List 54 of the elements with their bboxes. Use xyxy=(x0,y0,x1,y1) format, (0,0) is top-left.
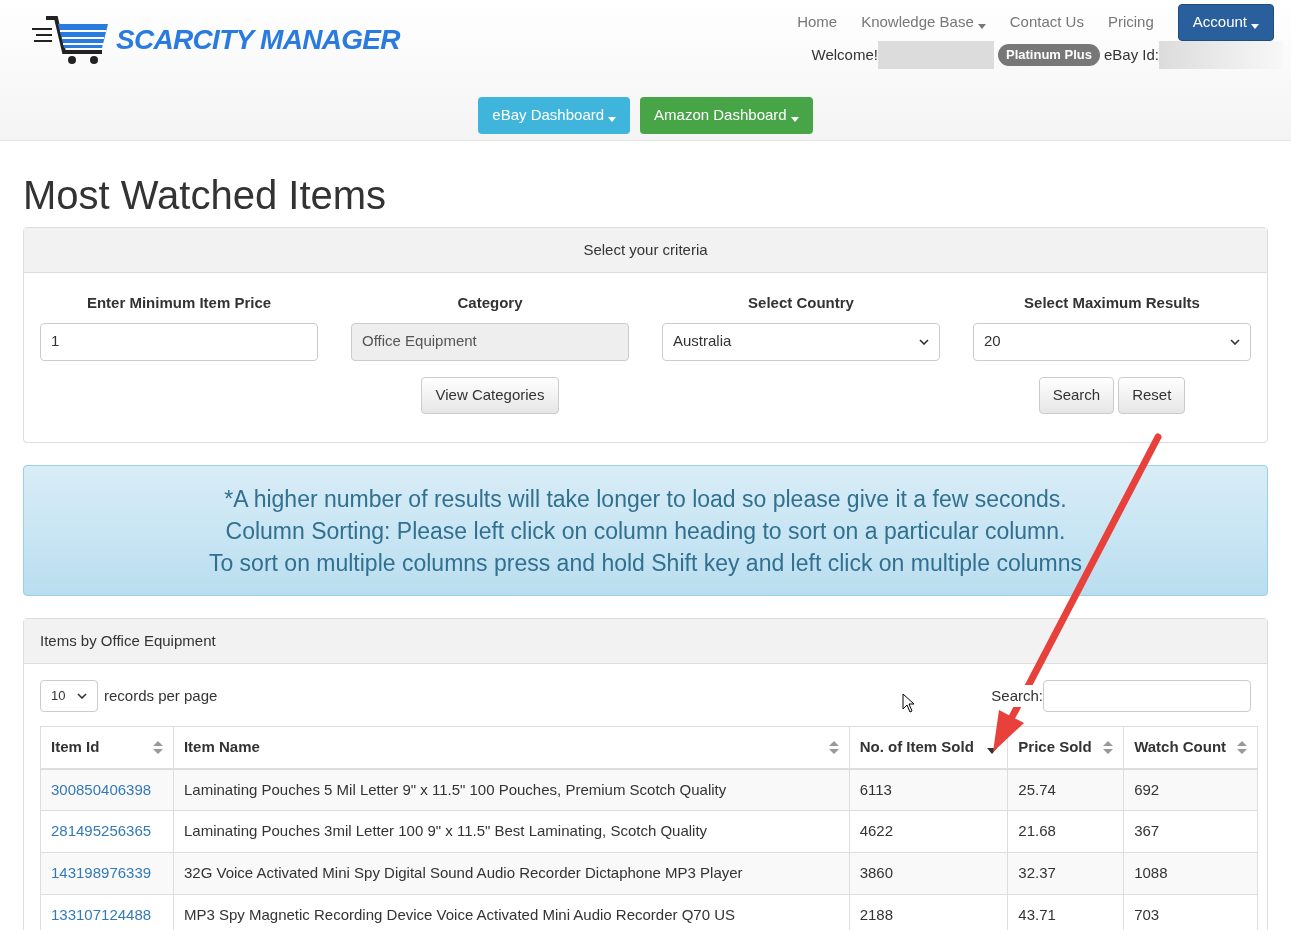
page-size-label: records per page xyxy=(104,685,218,706)
select-field[interactable]: 20 xyxy=(973,322,1251,361)
field-label: Select Country xyxy=(748,293,854,313)
nav-link[interactable]: Knowledge Base xyxy=(861,11,986,34)
caret-icon xyxy=(790,117,799,122)
table-cell: 1088 xyxy=(1134,864,1168,882)
table-cell: 21.68 xyxy=(1018,822,1056,840)
table-cell: MP3 Spy Magnetic Recording Device Voice Activated Mini Audio Recorder Q70 US xyxy=(183,906,736,924)
field-label: Category xyxy=(457,293,523,313)
table-cell: Laminating Pouches 3mil Letter 100 9" x 11.5" Best Laminating, Scotch Quality xyxy=(183,822,708,840)
nav-link[interactable]: Pricing xyxy=(1107,11,1154,34)
column-header[interactable]: Item Name xyxy=(173,726,850,769)
page-size-select[interactable]: 10 xyxy=(40,680,98,712)
table-cell: 32.37 xyxy=(1018,864,1056,882)
column-header[interactable]: Item Id xyxy=(40,726,174,769)
notice-text: To sort on multiple columns press and hold Shift key and left click on multiple columns xyxy=(208,548,1083,578)
welcome-text: Welcome! xyxy=(811,44,878,65)
column-header[interactable]: Watch Count xyxy=(1123,726,1258,769)
panel-heading: Items by Office Equipment xyxy=(24,619,1267,664)
action-button[interactable]: Search xyxy=(1038,376,1115,414)
field-label: Enter Minimum Item Price xyxy=(86,293,272,313)
page-title: Most Watched Items xyxy=(23,173,388,217)
table-cell: 3860 xyxy=(859,864,893,882)
panel-heading: Select your criteria xyxy=(24,228,1267,273)
notice-text: *A higher number of results will take longer to load so please give it a few seconds. xyxy=(224,484,1067,514)
search-field[interactable] xyxy=(1043,680,1251,712)
account-button[interactable]: Account xyxy=(1177,4,1274,41)
nav-link[interactable]: Contact Us xyxy=(1009,11,1084,34)
table-cell: 703 xyxy=(1134,906,1160,924)
table-cell: 692 xyxy=(1134,780,1160,798)
chevron-down-icon xyxy=(77,693,87,699)
table-cell: 367 xyxy=(1134,822,1160,840)
ebay-id-label: eBay Id: xyxy=(1103,44,1159,65)
input-field[interactable]: 1 xyxy=(40,322,318,361)
mouse-pointer-icon xyxy=(902,693,915,713)
table-cell: 25.74 xyxy=(1018,780,1056,798)
caret-icon xyxy=(608,117,617,122)
nav-link[interactable]: Home xyxy=(797,11,838,34)
chevron-down-icon xyxy=(919,338,929,345)
table-cell: 32G Voice Activated Mini Spy Digital Sound Audio Recorder Dictaphone MP3 Player xyxy=(183,864,743,882)
action-button[interactable]: Reset xyxy=(1118,376,1186,414)
select-field[interactable]: Australia xyxy=(662,322,940,361)
table-cell: 43.71 xyxy=(1018,906,1056,924)
table-cell: 4622 xyxy=(859,822,893,840)
logo-text: SCARCITY MANAGER xyxy=(116,23,400,57)
plan-badge: Platinum Plus xyxy=(998,44,1100,66)
notice-text: Column Sorting: Please left click on column heading to sort on a particular column. xyxy=(225,516,1066,546)
chevron-down-icon xyxy=(1230,338,1240,345)
table-cell: 2188 xyxy=(859,906,893,924)
field-label: Select Maximum Results xyxy=(1024,293,1200,313)
search-label: Search: xyxy=(991,684,1043,708)
table-cell: 6113 xyxy=(859,780,892,798)
view-categories-button[interactable]: View Categories xyxy=(420,376,560,414)
table-cell: Laminating Pouches 5 Mil Letter 9" x 11.5" 100 Pouches, Premium Scotch Quality xyxy=(183,780,727,798)
